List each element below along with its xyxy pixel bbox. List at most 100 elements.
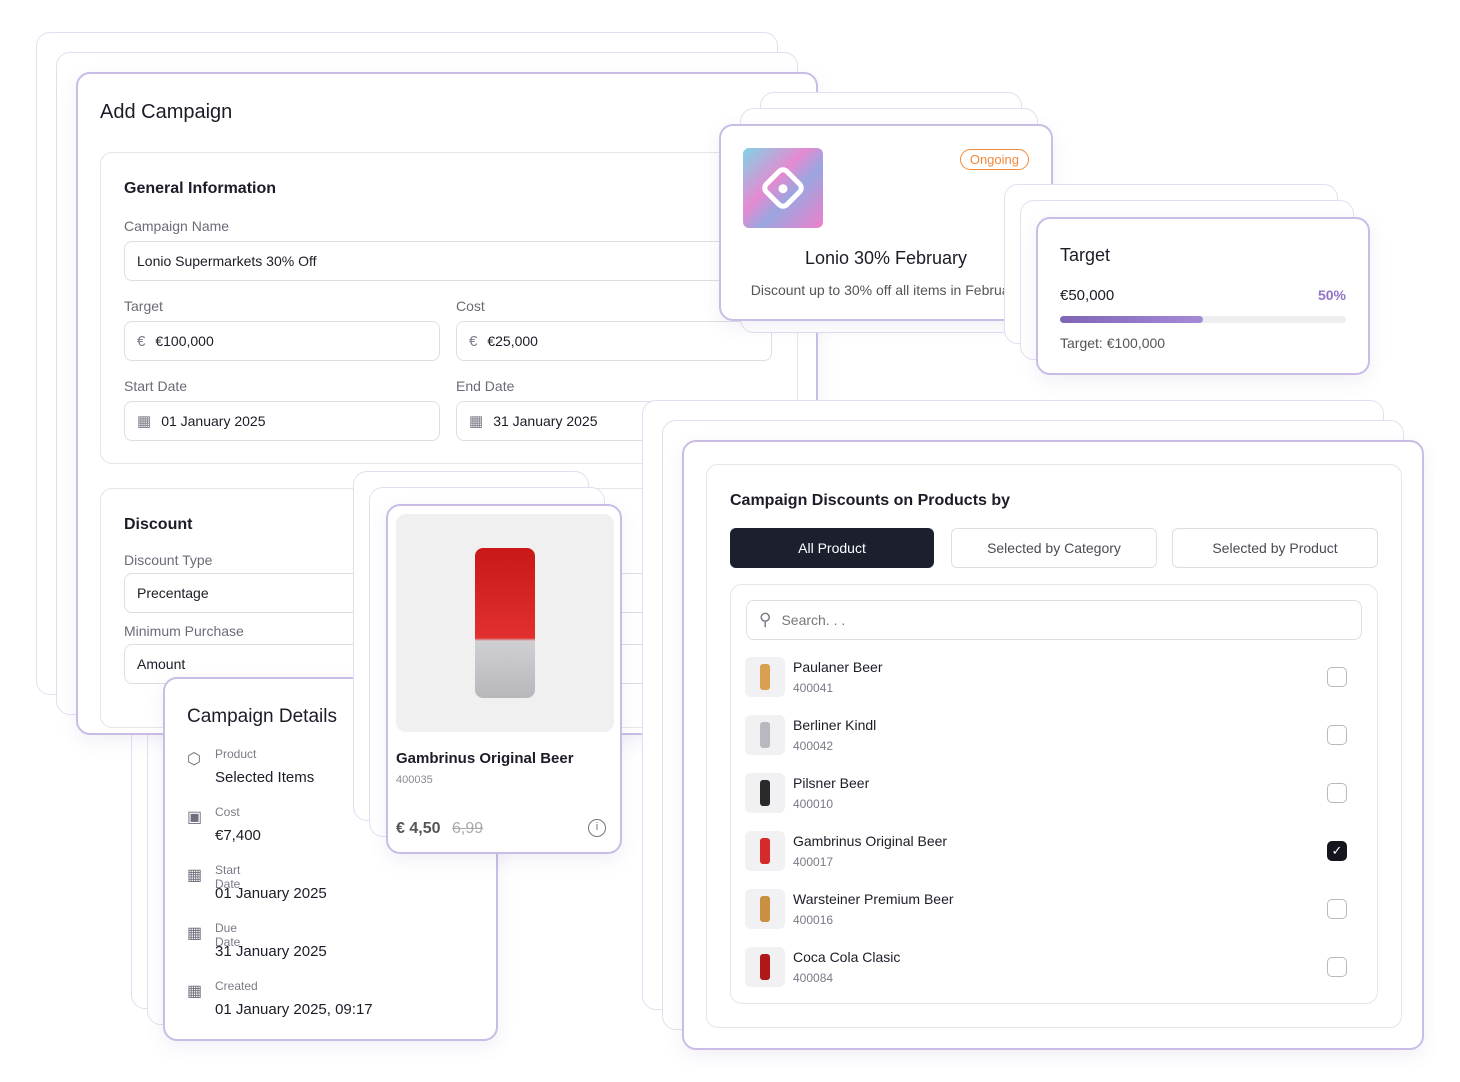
info-icon[interactable]: i <box>588 819 606 837</box>
product-name: Gambrinus Original Beer <box>396 750 574 767</box>
detail-value: Selected Items <box>215 769 315 786</box>
detail-label: Product <box>215 747 257 761</box>
product-row[interactable]: Gambrinus Original Beer 400017 ✓ <box>745 822 1363 880</box>
product-name: Gambrinus Original Beer <box>793 833 948 849</box>
product-name: Warsteiner Premium Beer <box>793 891 954 907</box>
product-row[interactable]: Berliner Kindl 400042 <box>745 706 1363 764</box>
product-price: € 4,50 <box>396 820 441 837</box>
end-date-value: 31 January 2025 <box>493 413 598 429</box>
product-can-icon <box>760 664 770 690</box>
target-input[interactable]: € €100,000 <box>124 321 440 361</box>
money-icon: ▣ <box>187 809 203 826</box>
discount-type-label: Discount Type <box>124 552 213 568</box>
cost-value: €25,000 <box>487 333 538 349</box>
calendar-icon: ▦ <box>469 413 484 430</box>
campaign-discounts-card: Campaign Discounts on Products by All Pr… <box>682 440 1424 1050</box>
product-can-icon <box>760 838 770 864</box>
calendar-plus-icon: ▦ <box>187 983 203 1000</box>
campaign-logo <box>743 148 823 228</box>
product-sku: 400017 <box>793 855 834 869</box>
product-thumbnail <box>745 657 785 697</box>
product-name: Pilsner Beer <box>793 775 870 791</box>
discounts-title: Campaign Discounts on Products by <box>730 492 1011 509</box>
detail-value: 01 January 2025 <box>215 885 327 902</box>
start-date-value: 01 January 2025 <box>161 413 266 429</box>
target-current: €50,000 <box>1060 287 1115 304</box>
calendar-clock-icon: ▦ <box>187 867 203 884</box>
product-sku: 400042 <box>793 739 834 753</box>
discounts-panel: Campaign Discounts on Products by All Pr… <box>706 464 1402 1028</box>
product-checkbox[interactable] <box>1327 783 1347 803</box>
section-title: General Information <box>124 180 277 197</box>
progress-fill <box>1060 316 1203 323</box>
product-can-icon <box>760 780 770 806</box>
product-can-icon <box>760 722 770 748</box>
product-can-icon <box>760 954 770 980</box>
detail-value: €7,400 <box>215 827 261 844</box>
target-title: Target <box>1060 245 1111 265</box>
product-name: Paulaner Beer <box>793 659 883 675</box>
campaign-name-input[interactable]: Lonio Supermarkets 30% Off <box>124 241 804 281</box>
product-row[interactable]: Coca Cola Clasic 400084 <box>745 938 1363 996</box>
start-date-input[interactable]: ▦ 01 January 2025 <box>124 401 440 441</box>
product-row[interactable]: Warsteiner Premium Beer 400016 <box>745 880 1363 938</box>
product-name: Coca Cola Clasic <box>793 949 901 965</box>
target-value: €100,000 <box>155 333 214 349</box>
product-sku: 400041 <box>793 681 834 695</box>
detail-label: Created <box>215 979 258 993</box>
product-checkbox[interactable] <box>1327 899 1347 919</box>
product-name: Berliner Kindl <box>793 717 877 733</box>
campaign-summary-card[interactable]: Ongoing Lonio 30% February Discount up t… <box>719 124 1053 321</box>
product-sku: 400035 <box>396 774 433 786</box>
minimum-purchase-value: Amount <box>137 656 186 672</box>
product-checkbox[interactable]: ✓ <box>1327 841 1347 861</box>
detail-value: 31 January 2025 <box>215 943 327 960</box>
detail-value: 01 January 2025, 09:17 <box>215 1001 373 1018</box>
tab-selected-by-product[interactable]: Selected by Product <box>1172 528 1378 568</box>
product-thumbnail <box>745 947 785 987</box>
discount-type-value: Precentage <box>137 585 209 601</box>
campaign-name-label: Campaign Name <box>124 218 230 234</box>
logo-icon <box>758 163 808 213</box>
end-date-label: End Date <box>456 378 515 394</box>
cost-label: Cost <box>456 298 485 314</box>
product-sku: 400016 <box>793 913 834 927</box>
search-icon: ⚲ <box>759 610 772 629</box>
page-title: Add Campaign <box>100 101 233 123</box>
product-old-price: 6,99 <box>452 820 484 837</box>
details-title: Campaign Details <box>187 706 337 727</box>
calendar-check-icon: ▦ <box>187 925 203 942</box>
tab-all-product[interactable]: All Product <box>730 528 934 568</box>
product-can-icon <box>760 896 770 922</box>
cost-input[interactable]: € €25,000 <box>456 321 772 361</box>
beer-can-icon <box>475 548 535 698</box>
box-icon: ⬡ <box>187 751 201 768</box>
calendar-icon: ▦ <box>137 413 152 430</box>
target-progress-bar <box>1060 316 1346 323</box>
target-label: Target <box>124 298 163 314</box>
tab-selected-by-category[interactable]: Selected by Category <box>951 528 1157 568</box>
campaign-description: Discount up to 30% off all items in Febr… <box>750 282 1022 298</box>
product-row[interactable]: Paulaner Beer 400041 <box>745 648 1363 706</box>
product-thumbnail <box>745 831 785 871</box>
detail-label: Cost <box>215 805 240 819</box>
euro-icon: € <box>137 332 146 350</box>
product-list: ⚲ Search. . . Paulaner Beer 400041 Berlin… <box>730 584 1378 1004</box>
product-thumbnail <box>745 773 785 813</box>
start-date-label: Start Date <box>124 378 188 394</box>
target-percent: 50% <box>1317 287 1346 303</box>
euro-icon: € <box>469 332 478 350</box>
target-card: Target €50,000 50% Target: €100,000 <box>1036 217 1370 375</box>
minimum-purchase-label: Minimum Purchase <box>124 623 244 639</box>
product-checkbox[interactable] <box>1327 667 1347 687</box>
product-checkbox[interactable] <box>1327 957 1347 977</box>
status-badge: Ongoing <box>959 149 1029 170</box>
product-image <box>396 514 614 732</box>
product-card[interactable]: Gambrinus Original Beer 400035 € 4,50 6,… <box>386 504 622 854</box>
search-input[interactable]: ⚲ Search. . . <box>746 600 1362 640</box>
product-sku: 400010 <box>793 797 834 811</box>
product-checkbox[interactable] <box>1327 725 1347 745</box>
product-row[interactable]: Pilsner Beer 400010 <box>745 764 1363 822</box>
section-title: Discount <box>124 516 193 533</box>
search-placeholder: Search. . . <box>781 612 846 628</box>
